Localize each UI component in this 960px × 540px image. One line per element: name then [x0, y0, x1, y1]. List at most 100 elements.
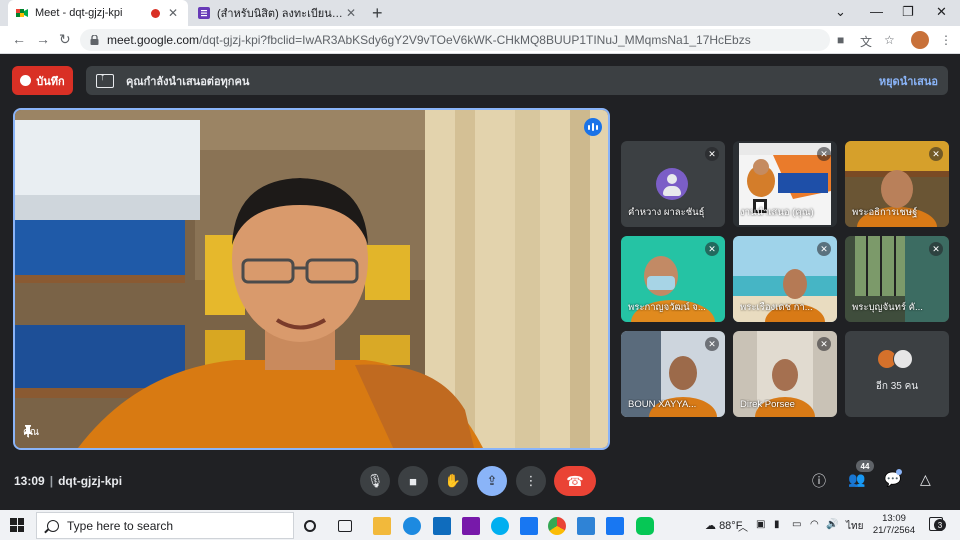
windows-taskbar: Type here to search ☁ 88°F ︿ ▣ ▮ ▭ ◠ 🔊 ไ… — [0, 510, 960, 540]
mic-off-icon: ✕ — [705, 337, 719, 351]
main-video-tile[interactable]: คุณ — [13, 108, 610, 450]
participant-name: BOUN XAYYA... — [628, 399, 697, 410]
meeting-info: 13:09 | dqt-gjzj-kpi — [14, 474, 122, 488]
back-icon[interactable]: ← — [12, 31, 26, 47]
task-view-icon[interactable] — [338, 520, 352, 532]
chrome-icon[interactable] — [548, 517, 566, 535]
battery-icon[interactable]: ▮ — [774, 519, 780, 530]
more-options-button[interactable]: ⋮ — [516, 466, 546, 496]
mic-off-icon: ✕ — [929, 242, 943, 256]
mic-off-icon: ✕ — [929, 147, 943, 161]
participant-tile[interactable]: ✕ BOUN XAYYA... — [621, 331, 725, 417]
record-icon — [20, 75, 32, 86]
profile-avatar[interactable] — [911, 31, 929, 49]
meet-controls-bar: 13:09 | dqt-gjzj-kpi 🎙 ■ ✋ ⇪ ⋮ ☎ ⓘ 👥 💬 △ — [0, 460, 960, 510]
google-meet-icon — [16, 9, 28, 17]
tab-title: (สำหรับนิสิต) ลงทะเบียนเข้าร่วมกิจกรรม — [217, 8, 344, 20]
camera-button[interactable]: ■ — [398, 466, 428, 496]
presentation-tile[interactable]: ✕ งานนำเสนอ (คุณ) — [733, 141, 837, 227]
forward-icon[interactable]: → — [36, 31, 50, 47]
mail-icon[interactable] — [433, 517, 451, 535]
meeting-details-icon[interactable]: ⓘ — [812, 471, 826, 491]
meet-tray-icon[interactable]: ▣ — [756, 519, 765, 530]
display-icon[interactable]: ▭ — [792, 519, 801, 530]
stop-presenting-button[interactable]: หยุดนำเสนอ — [879, 72, 938, 90]
facebook-icon[interactable] — [606, 517, 624, 535]
onenote-icon[interactable] — [462, 517, 480, 535]
clock-time: 13:09 — [882, 513, 906, 524]
present-icon: ⇪ — [486, 473, 498, 488]
present-now-button[interactable]: ⇪ — [477, 466, 507, 496]
mic-off-icon: ✕ — [817, 147, 831, 161]
translate-icon[interactable]: 文 — [860, 33, 872, 50]
activities-icon[interactable]: △ — [920, 471, 931, 488]
clock-date: 21/7/2564 — [872, 525, 916, 536]
participant-tile[interactable]: ✕ พระอธิการเชษฐ์ — [845, 141, 949, 227]
present-screen-icon — [96, 72, 114, 88]
mic-off-icon: ✕ — [705, 147, 719, 161]
raise-hand-button[interactable]: ✋ — [438, 466, 468, 496]
taskbar-search-input[interactable]: Type here to search — [36, 512, 294, 539]
close-tab-icon[interactable]: ✕ — [166, 6, 180, 20]
mic-off-icon: ✕ — [817, 337, 831, 351]
pin-icon[interactable] — [23, 425, 33, 437]
tray-chevron-icon[interactable]: ︿ — [738, 519, 748, 534]
camera-icon: ■ — [409, 473, 417, 489]
participant-name: พระกาญจวัฒน์ จ... — [628, 302, 706, 313]
tab-registration[interactable]: (สำหรับนิสิต) ลงทะเบียนเข้าร่วมกิจกรรม ✕ — [190, 0, 366, 26]
participant-tile[interactable]: ✕ พระบุญจันทร์ คั... — [845, 236, 949, 322]
speaking-indicator-icon — [584, 118, 602, 136]
participant-name: คำหวาง ผาละชันธุ์ — [628, 207, 705, 218]
restore-icon[interactable]: ❐ — [902, 4, 914, 20]
input-language[interactable]: ไทย — [846, 519, 863, 534]
volume-icon[interactable]: 🔊 — [826, 519, 838, 530]
microphone-button[interactable]: 🎙 — [360, 466, 390, 496]
photos-icon[interactable] — [577, 517, 595, 535]
facebook-icon[interactable] — [520, 517, 538, 535]
participant-tile[interactable]: ✕ Direk Porsee — [733, 331, 837, 417]
browser-menu-icon[interactable]: ⋮ — [940, 33, 952, 47]
wifi-icon[interactable]: ◠ — [810, 519, 819, 530]
skype-icon[interactable] — [491, 517, 509, 535]
close-tab-icon[interactable]: ✕ — [344, 6, 358, 20]
close-window-icon[interactable]: ✕ — [936, 4, 947, 20]
camera-permission-icon[interactable]: ■ — [837, 33, 844, 47]
more-participants-label: อีก 35 คน — [875, 381, 919, 392]
search-icon — [47, 519, 59, 532]
google-forms-icon — [198, 7, 210, 19]
more-participants-tile[interactable]: อีก 35 คน — [845, 331, 949, 417]
participant-name: Direk Porsee — [740, 399, 795, 410]
reload-icon[interactable]: ↻ — [59, 31, 71, 48]
participant-avatar — [656, 168, 688, 200]
tab-meet[interactable]: Meet - dqt-gjzj-kpi ✕ — [8, 0, 188, 26]
participant-name: พระเรืองเดช กา... — [740, 302, 813, 313]
people-icon[interactable]: 👥 — [848, 471, 865, 488]
windows-start-icon[interactable] — [10, 518, 24, 532]
weather-widget[interactable]: ☁ 88°F — [705, 519, 742, 532]
taskbar-clock[interactable]: 13:09 21/7/2564 — [869, 513, 919, 537]
meet-header: บันทึก คุณกำลังนำเสนอต่อทุกคน หยุดนำเสนอ — [0, 54, 960, 106]
search-placeholder: Type here to search — [67, 518, 174, 533]
current-time: 13:09 — [14, 474, 45, 488]
participant-tile[interactable]: ✕ พระกาญจวัฒน์ จ... — [621, 236, 725, 322]
participant-tile[interactable]: ✕ คำหวาง ผาละชันธุ์ — [621, 141, 725, 227]
new-tab-button[interactable]: + — [372, 3, 383, 24]
file-explorer-icon[interactable] — [373, 517, 391, 535]
bookmark-star-icon[interactable]: ☆ — [884, 33, 895, 47]
address-bar[interactable]: meet.google.com /dqt-gjzj-kpi?fbclid=IwA… — [80, 29, 830, 51]
leave-call-button[interactable]: ☎ — [554, 466, 596, 496]
minimize-icon[interactable]: — — [870, 4, 883, 19]
more-participants-avatars — [877, 349, 913, 369]
self-video-feed — [15, 110, 608, 448]
participant-tile[interactable]: ✕ พระเรืองเดช กา... — [733, 236, 837, 322]
participant-name: งานนำเสนอ (คุณ) — [740, 207, 814, 218]
participant-name: พระอธิการเชษฐ์ — [852, 207, 918, 218]
edge-icon[interactable] — [403, 517, 421, 535]
tab-search-icon[interactable]: ⌄ — [835, 4, 846, 20]
self-label: คุณ — [23, 425, 39, 440]
line-app-icon[interactable] — [636, 517, 654, 535]
record-button[interactable]: บันทึก — [12, 66, 73, 95]
mic-off-icon: ✕ — [705, 242, 719, 256]
url-host: meet.google.com — [107, 33, 200, 47]
cortana-icon[interactable] — [304, 520, 316, 532]
